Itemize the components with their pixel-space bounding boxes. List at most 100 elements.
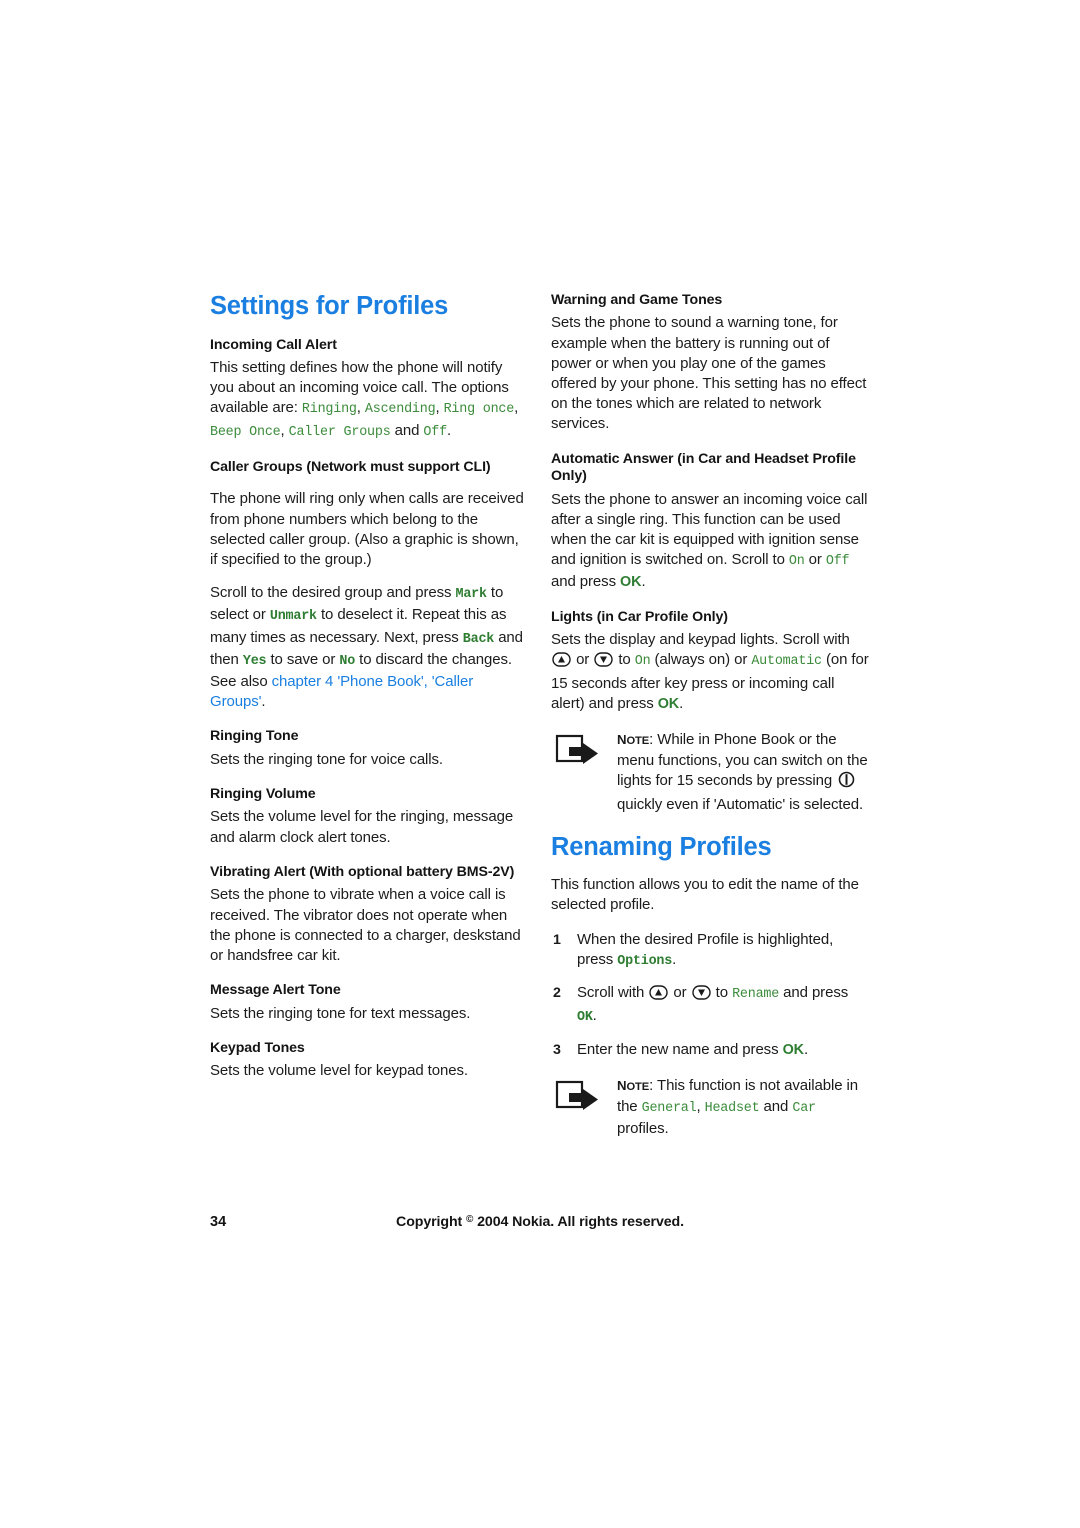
section-heading-caller-groups: Caller Groups (Network must support CLI) [210, 458, 491, 475]
option-automatic: Automatic [751, 654, 822, 670]
key-ok: OK [620, 574, 642, 591]
section-heading-message-alert-tone: Message Alert Tone [210, 982, 341, 999]
right-column: Warning and Game Tones Sets the phone to… [551, 292, 869, 1139]
copyright-pre: Copyright [396, 1214, 466, 1230]
option-beep-once: Beep Once [210, 424, 281, 440]
text-part-1: Sets the display and keypad lights. Scro… [551, 631, 850, 649]
note-label: NOTE [617, 1077, 650, 1093]
option-caller-groups: Caller Groups [288, 424, 391, 440]
profile-car: Car [792, 1100, 816, 1116]
paragraph-caller-groups-1: The phone will ring only when calls are … [210, 490, 524, 568]
paragraph-warning-and-game-tones: Sets the phone to sound a warning tone, … [551, 314, 867, 433]
key-no: No [339, 653, 356, 669]
paragraph-caller-groups-2: Scroll to the desired group and press Ma… [210, 583, 528, 712]
text-end: . [679, 694, 684, 712]
numbered-steps-list: 1 When the desired Profile is highlighted… [551, 930, 869, 1060]
step-text-part-5: . [592, 1007, 597, 1025]
key-ok: OK [782, 1041, 804, 1058]
section-heading-incoming-call-alert: Incoming Call Alert [210, 336, 337, 353]
step-text-part-4: and press [779, 984, 849, 1002]
paragraph-automatic-answer: Sets the phone to answer an incoming voi… [551, 490, 869, 593]
section-heading-vibrating-alert: Vibrating Alert (With optional battery B… [210, 863, 515, 880]
option-off: Off [825, 554, 850, 570]
text-part-2: or [572, 651, 594, 669]
text-end: . [641, 573, 646, 591]
note-text-part-4: profiles. [617, 1120, 669, 1138]
power-key-icon [838, 771, 855, 794]
text-part-4: (always on) or [650, 651, 752, 669]
option-ascending: Ascending [364, 402, 436, 418]
key-unmark: Unmark [269, 609, 317, 625]
note-text-part-2: , [696, 1097, 705, 1115]
list-item-step-1: 1 When the desired Profile is highlighted… [551, 930, 869, 972]
note-arrow-icon [551, 1076, 617, 1140]
note-text-lights: NOTE: While in Phone Book or the menu fu… [617, 730, 869, 815]
note-arrow-icon [551, 730, 617, 815]
key-ok: OK [657, 695, 680, 712]
text-part-3: to [614, 651, 635, 669]
section-heading-ringing-tone: Ringing Tone [210, 728, 299, 745]
section-heading-ringing-volume: Ringing Volume [210, 786, 316, 802]
paragraph-ringing-tone: Sets the ringing tone for voice calls. [210, 750, 443, 768]
note-text-renaming: NOTE: This function is not available in … [617, 1076, 869, 1140]
scroll-up-key-icon [552, 652, 571, 673]
page-title-renaming-profiles: Renaming Profiles [551, 832, 772, 861]
paragraph-renaming-intro: This function allows you to edit the nam… [551, 876, 859, 914]
note-text-part-1: : While in Phone Book or the menu functi… [617, 730, 868, 790]
section-heading-automatic-answer: Automatic Answer (in Car and Headset Pro… [551, 450, 856, 485]
section-heading-keypad-tones: Keypad Tones [210, 1039, 305, 1056]
note-label: NOTE [617, 731, 650, 747]
scroll-down-key-icon [691, 985, 711, 1006]
key-options: Options [617, 953, 673, 969]
key-back: Back [462, 631, 495, 647]
note-block-lights: NOTE: While in Phone Book or the menu fu… [551, 730, 869, 815]
text-part-3: and press [551, 573, 621, 591]
manual-page: Settings for Profiles Incoming Call Aler… [0, 0, 1080, 1528]
note-block-renaming: NOTE: This function is not available in … [551, 1076, 869, 1140]
section-heading-lights: Lights (in Car Profile Only) [551, 608, 728, 625]
text-end: . [446, 421, 452, 439]
list-item-step-2: 2 Scroll with or to Rename and press OK. [551, 983, 869, 1028]
profile-general: General [641, 1100, 697, 1116]
scroll-up-key-icon [649, 985, 669, 1006]
step-text-part-3: to [711, 984, 733, 1002]
text-part-2: or [804, 551, 826, 569]
step-text-part-2: . [672, 950, 677, 968]
paragraph-keypad-tones: Sets the volume level for keypad tones. [210, 1062, 468, 1080]
page-content: Settings for Profiles Incoming Call Aler… [210, 292, 870, 1139]
key-ok: OK [577, 1010, 593, 1026]
step-number: 3 [553, 1041, 561, 1058]
key-mark: Mark [455, 587, 488, 603]
step-text-part-2: . [803, 1040, 809, 1058]
two-column-layout: Settings for Profiles Incoming Call Aler… [210, 292, 870, 1139]
step-text-part-1: Enter the new name and press [577, 1040, 783, 1058]
page-footer: 34 Copyright © 2004 Nokia. All rights re… [210, 1214, 870, 1236]
text-part-5: to save or [266, 650, 340, 668]
profile-headset: Headset [704, 1100, 760, 1116]
paragraph-vibrating-alert: Sets the phone to vibrate when a voice c… [210, 886, 521, 964]
note-text-part-3: and [759, 1097, 793, 1115]
left-column: Settings for Profiles Incoming Call Aler… [210, 292, 528, 1082]
copyright-post: 2004 Nokia. All rights reserved. [473, 1214, 684, 1230]
step-text-part-1: Scroll with [577, 984, 649, 1002]
key-yes: Yes [242, 653, 267, 669]
step-number: 1 [553, 931, 561, 948]
option-off: Off [423, 424, 447, 440]
page-title-settings-for-profiles: Settings for Profiles [210, 292, 449, 320]
step-text-part-1: When the desired Profile is highlighted,… [577, 930, 834, 968]
text-conjunction: and [390, 421, 424, 439]
text-part-7: . [261, 693, 266, 711]
paragraph-incoming-call-alert: This setting defines how the phone will … [210, 359, 519, 440]
section-heading-warning-and-game-tones: Warning and Game Tones [551, 292, 723, 308]
option-ring-once: Ring once [443, 402, 515, 418]
option-on: On [788, 554, 805, 570]
option-rename: Rename [732, 987, 780, 1003]
paragraph-ringing-volume: Sets the volume level for the ringing, m… [210, 808, 514, 846]
option-on: On [634, 654, 651, 670]
list-item-step-3: 3 Enter the new name and press OK. [551, 1040, 869, 1060]
note-text-part-2: quickly even if 'Automatic' is selected. [617, 795, 864, 813]
step-number: 2 [553, 985, 561, 1002]
paragraph-lights: Sets the display and keypad lights. Scro… [551, 630, 869, 714]
step-text-part-2: or [669, 984, 691, 1002]
scroll-down-key-icon [594, 652, 613, 673]
